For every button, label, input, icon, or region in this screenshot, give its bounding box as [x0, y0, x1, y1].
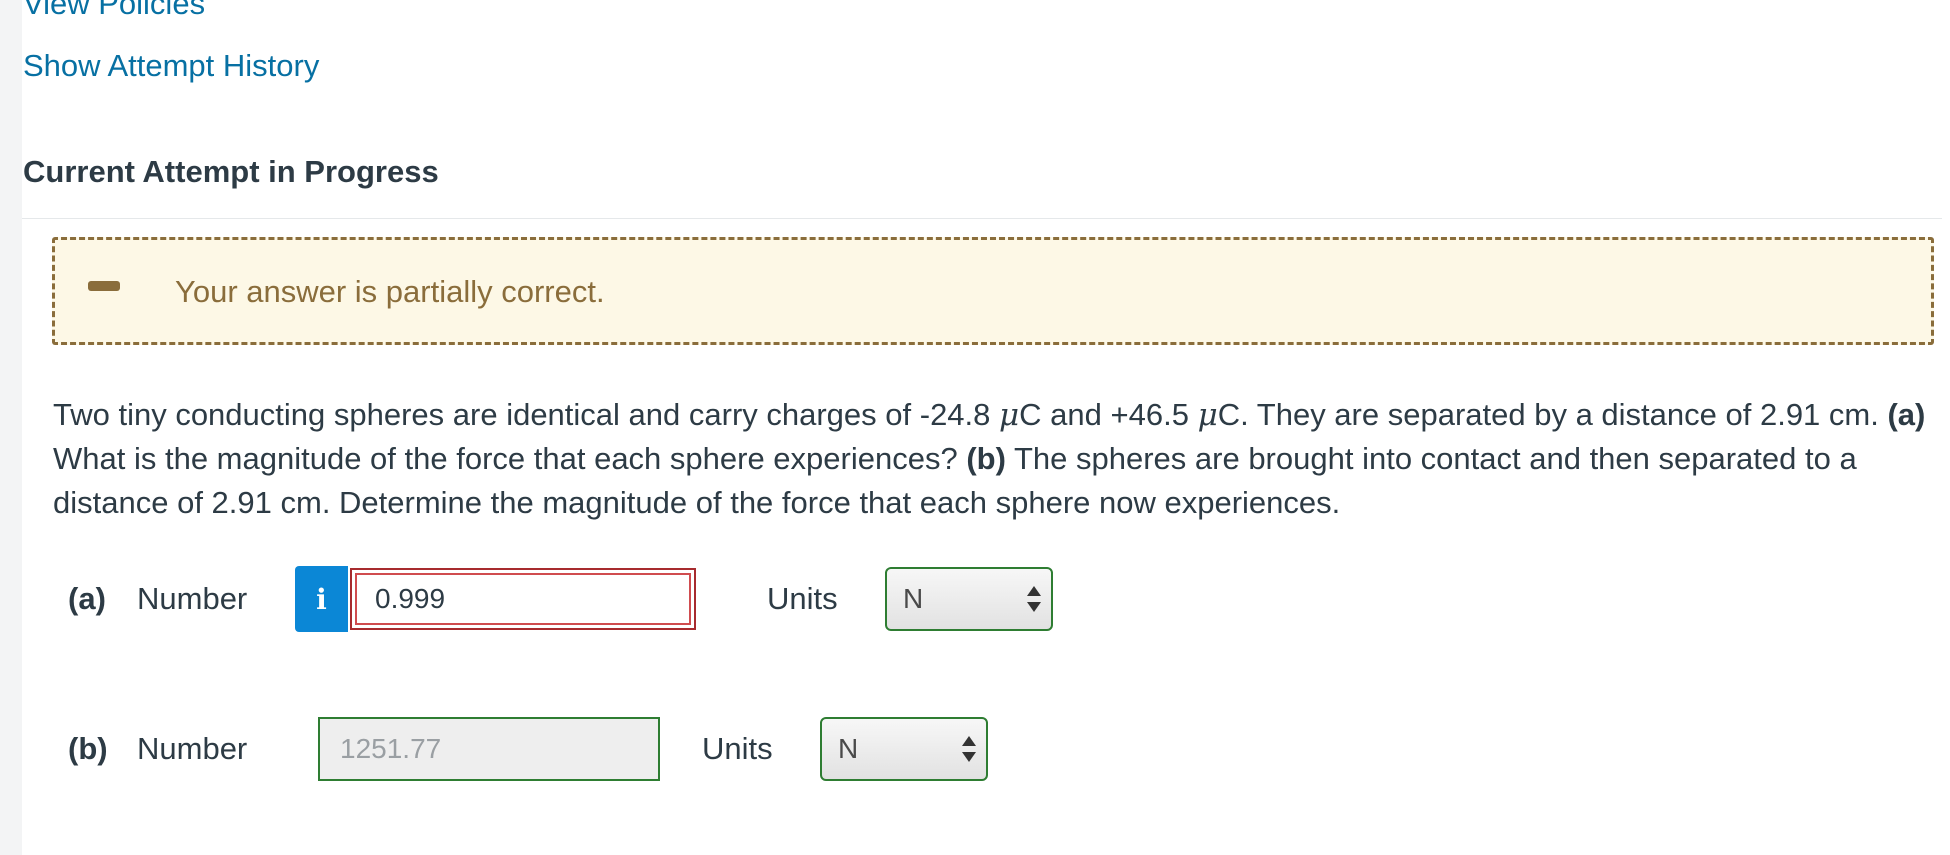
select-arrows-icon — [1027, 586, 1041, 612]
part-label: (b) — [68, 731, 108, 766]
units-select-b[interactable]: N — [820, 717, 988, 781]
number-input-b[interactable]: 1251.77 — [318, 717, 660, 781]
section-title: Current Attempt in Progress — [23, 154, 439, 189]
view-policies-link[interactable]: View Policies — [23, 0, 205, 22]
part-a-marker: (a) — [1887, 397, 1926, 432]
number-label: Number — [137, 731, 248, 766]
number-input-a[interactable]: 0.999 — [350, 568, 696, 630]
number-label: Number — [137, 581, 248, 616]
feedback-message: Your answer is partially correct. — [175, 274, 605, 309]
mu-symbol: μ — [1197, 397, 1218, 433]
minus-icon — [88, 281, 120, 291]
select-arrows-icon — [962, 736, 976, 762]
divider — [22, 218, 1942, 219]
show-attempt-history-link[interactable]: Show Attempt History — [23, 48, 319, 84]
part-label: (a) — [68, 581, 106, 616]
question-text: Two tiny conducting spheres are identica… — [53, 393, 1933, 525]
units-select-value: N — [903, 583, 924, 614]
units-label: Units — [767, 581, 838, 616]
question-text-part: Two tiny conducting spheres are identica… — [53, 397, 1000, 432]
feedback-banner: Your answer is partially correct. — [52, 237, 1934, 345]
units-select-value: N — [838, 733, 859, 764]
mu-symbol: μ — [999, 397, 1020, 433]
assignment-page: View Policies Show Attempt History Curre… — [22, 0, 1950, 855]
part-b-marker: (b) — [966, 441, 1006, 476]
question-text-part: What is the magnitude of the force that … — [53, 441, 967, 476]
question-text-part: C. They are separated by a distance of 2… — [1217, 397, 1888, 432]
units-select-a[interactable]: N — [885, 567, 1053, 631]
info-icon[interactable]: i — [295, 566, 348, 632]
units-label: Units — [702, 731, 773, 766]
question-text-part: C and +46.5 — [1019, 397, 1198, 432]
